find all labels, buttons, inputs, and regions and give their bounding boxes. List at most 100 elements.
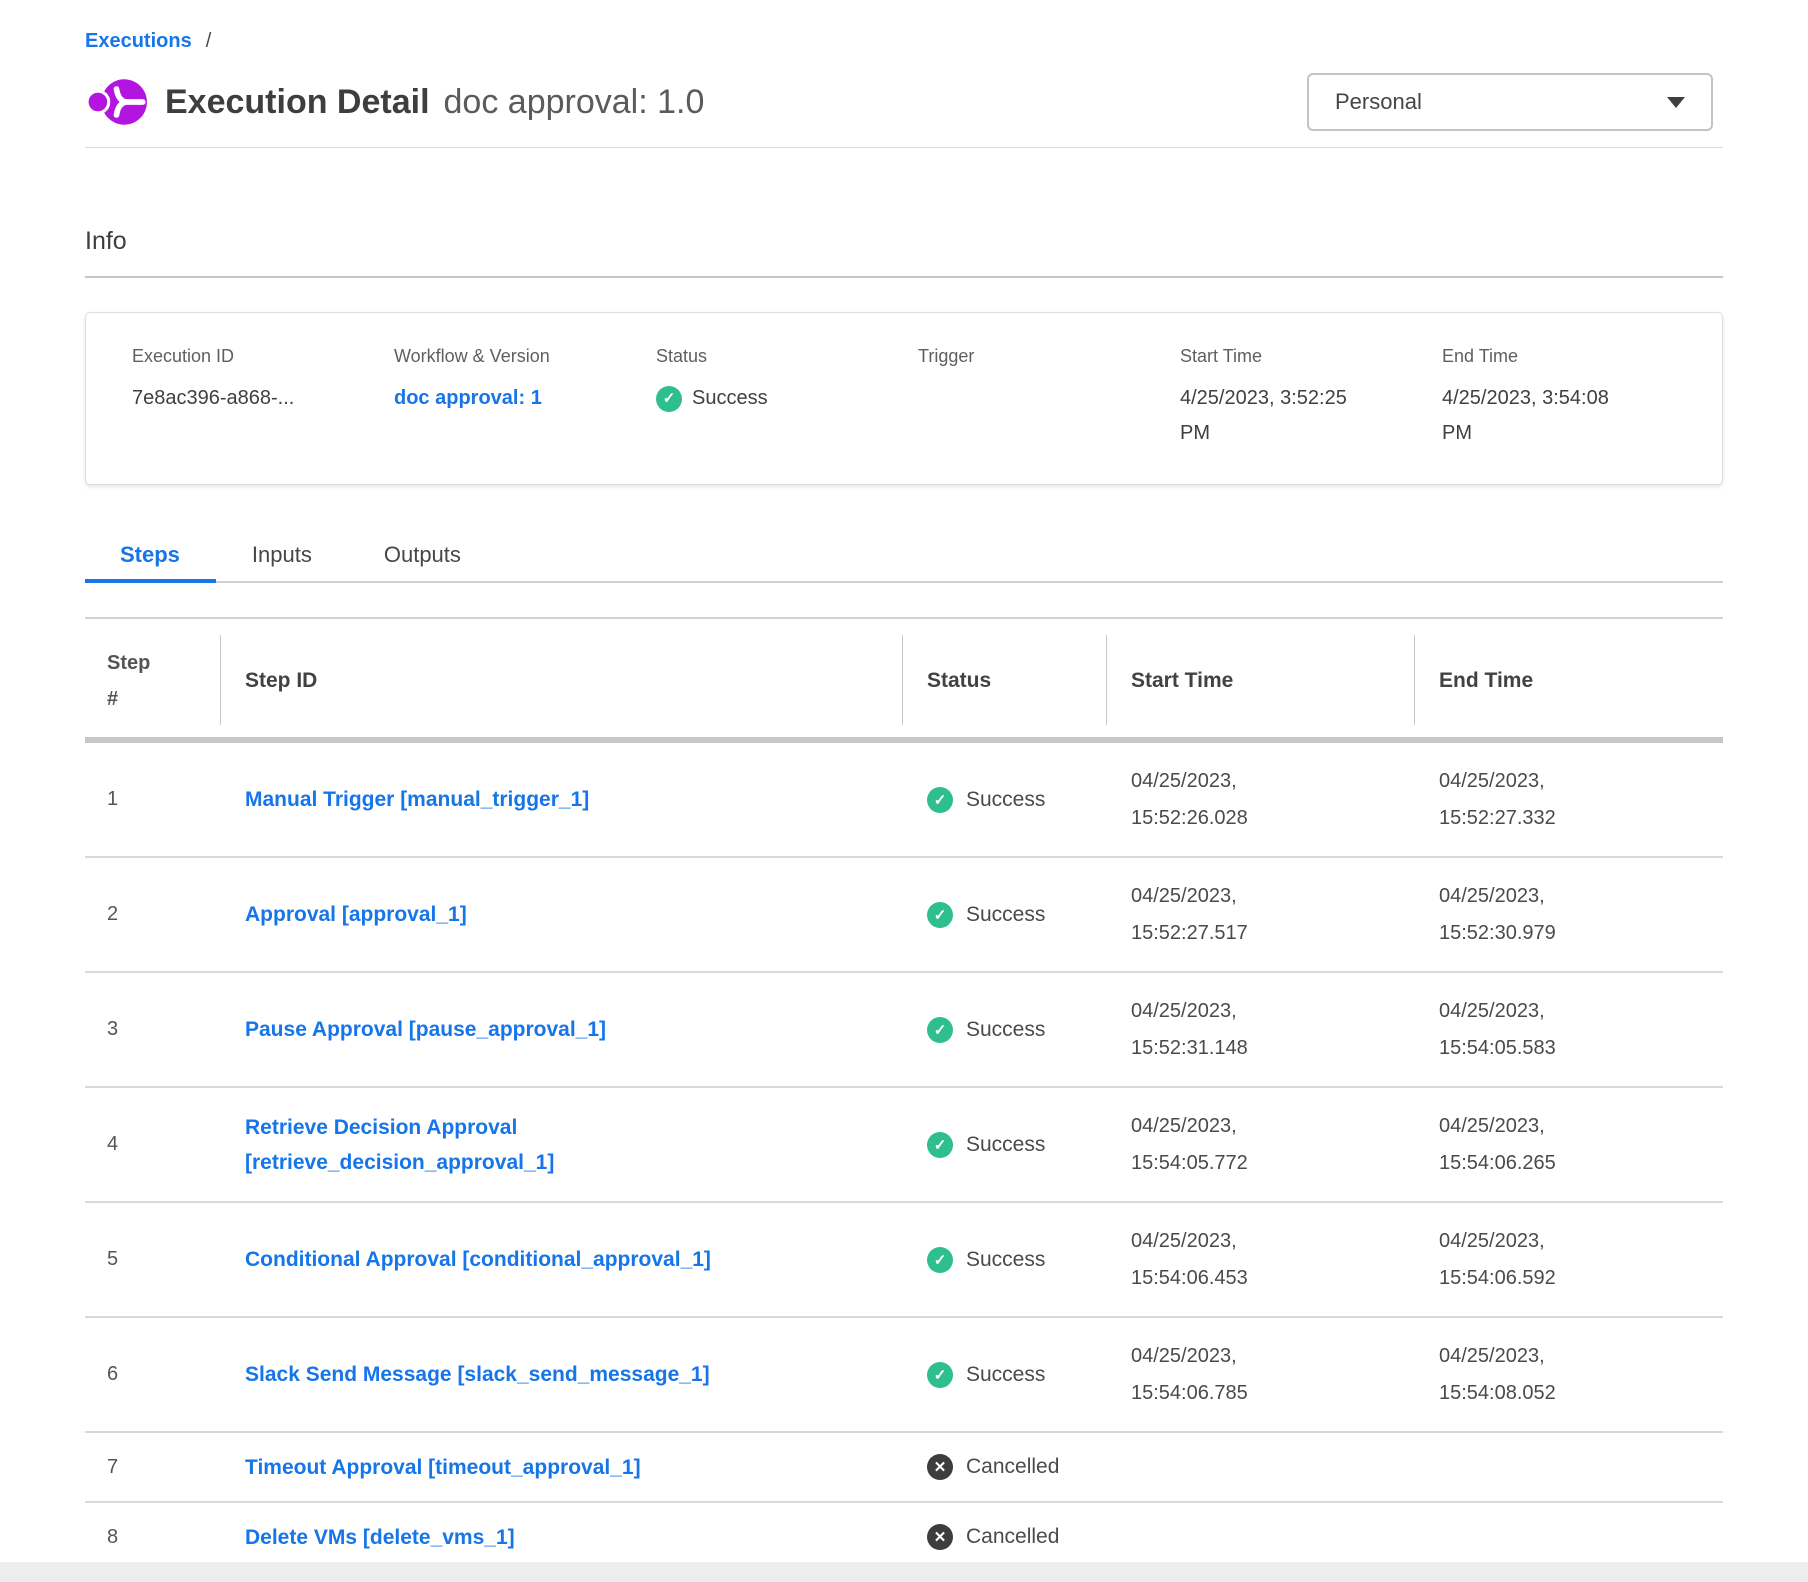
step-end-time: 04/25/2023, 15:52:30.979 bbox=[1415, 878, 1590, 952]
cancelled-icon: ✕ bbox=[927, 1524, 953, 1550]
steps-table-body: 1 Manual Trigger [manual_trigger_1] ✓ Su… bbox=[85, 743, 1723, 1573]
header-divider bbox=[85, 147, 1723, 148]
breadcrumb-separator: / bbox=[206, 30, 212, 53]
step-start-time: 04/25/2023, 15:54:06.785 bbox=[1107, 1338, 1282, 1412]
step-id-link[interactable]: Slack Send Message [slack_send_message_1… bbox=[245, 1357, 710, 1392]
col-header-status: Status bbox=[903, 619, 1107, 737]
col-header-step-num: Step # bbox=[85, 619, 221, 737]
status-label: Status bbox=[656, 346, 918, 367]
detail-tabs: Steps Inputs Outputs bbox=[85, 542, 1723, 583]
step-number: 5 bbox=[85, 1248, 221, 1271]
breadcrumb: Executions / bbox=[85, 0, 1723, 53]
step-status: ✓ Success bbox=[903, 1132, 1107, 1158]
success-icon: ✓ bbox=[656, 386, 682, 412]
step-number: 3 bbox=[85, 1018, 221, 1041]
step-status: ✕ Cancelled bbox=[903, 1524, 1107, 1550]
steps-table-header: Step # Step ID Status Start Time End Tim… bbox=[85, 619, 1723, 743]
workspace-selector[interactable]: Personal bbox=[1307, 73, 1713, 131]
success-icon: ✓ bbox=[927, 1247, 953, 1273]
step-start-time bbox=[1107, 1449, 1282, 1486]
step-start-time bbox=[1107, 1519, 1282, 1556]
info-field-trigger: Trigger bbox=[918, 346, 1180, 451]
info-section-heading: Info bbox=[85, 227, 1723, 256]
step-end-time bbox=[1415, 1449, 1590, 1486]
page-subtitle: doc approval: 1.0 bbox=[444, 83, 705, 122]
workflow-version-link[interactable]: doc approval: 1 bbox=[394, 387, 542, 409]
step-number: 4 bbox=[85, 1133, 221, 1156]
step-end-time: 04/25/2023, 15:54:08.052 bbox=[1415, 1338, 1590, 1412]
tab-outputs[interactable]: Outputs bbox=[348, 542, 497, 581]
end-time-label: End Time bbox=[1442, 346, 1702, 367]
step-end-time: 04/25/2023, 15:52:27.332 bbox=[1415, 763, 1590, 837]
breadcrumb-executions-link[interactable]: Executions bbox=[85, 30, 192, 53]
cancelled-icon: ✕ bbox=[927, 1454, 953, 1480]
start-time-value: 4/25/2023, 3:52:25 PM bbox=[1180, 381, 1365, 451]
info-field-status: Status ✓ Success bbox=[656, 346, 918, 451]
table-row: 4 Retrieve Decision Approval [retrieve_d… bbox=[85, 1088, 1723, 1203]
col-header-start-time: Start Time bbox=[1107, 619, 1415, 737]
step-id-link[interactable]: Manual Trigger [manual_trigger_1] bbox=[245, 782, 589, 817]
step-start-time: 04/25/2023, 15:52:26.028 bbox=[1107, 763, 1282, 837]
table-row: 6 Slack Send Message [slack_send_message… bbox=[85, 1318, 1723, 1433]
workflow-version-label: Workflow & Version bbox=[394, 346, 656, 367]
success-icon: ✓ bbox=[927, 787, 953, 813]
step-status: ✓ Success bbox=[903, 1362, 1107, 1388]
step-id-link[interactable]: Delete VMs [delete_vms_1] bbox=[245, 1520, 515, 1555]
success-icon: ✓ bbox=[927, 902, 953, 928]
page-title: Execution Detail bbox=[165, 83, 430, 122]
table-row: 3 Pause Approval [pause_approval_1] ✓ Su… bbox=[85, 973, 1723, 1088]
step-status: ✓ Success bbox=[903, 1247, 1107, 1273]
step-end-time: 04/25/2023, 15:54:06.592 bbox=[1415, 1223, 1590, 1297]
success-icon: ✓ bbox=[927, 1132, 953, 1158]
workspace-selected-value: Personal bbox=[1335, 89, 1422, 115]
step-end-time bbox=[1415, 1519, 1590, 1556]
info-field-start-time: Start Time 4/25/2023, 3:52:25 PM bbox=[1180, 346, 1442, 451]
step-id-link[interactable]: Conditional Approval [conditional_approv… bbox=[245, 1242, 711, 1277]
status-value: Success bbox=[692, 381, 768, 416]
step-number: 7 bbox=[85, 1456, 221, 1479]
tab-inputs[interactable]: Inputs bbox=[216, 542, 348, 581]
info-field-execution-id: Execution ID 7e8ac396-a868-... bbox=[132, 346, 394, 451]
step-id-link[interactable]: Approval [approval_1] bbox=[245, 897, 467, 932]
workflow-brand-icon bbox=[85, 75, 149, 129]
tab-steps[interactable]: Steps bbox=[85, 542, 216, 581]
step-start-time: 04/25/2023, 15:54:06.453 bbox=[1107, 1223, 1282, 1297]
info-section-divider bbox=[85, 276, 1723, 278]
trigger-label: Trigger bbox=[918, 346, 1180, 367]
step-end-time: 04/25/2023, 15:54:05.583 bbox=[1415, 993, 1590, 1067]
success-icon: ✓ bbox=[927, 1362, 953, 1388]
info-field-end-time: End Time 4/25/2023, 3:54:08 PM bbox=[1442, 346, 1702, 451]
execution-id-value: 7e8ac396-a868-... bbox=[132, 381, 394, 416]
title-row: Execution Detail doc approval: 1.0 Perso… bbox=[85, 73, 1723, 131]
step-number: 8 bbox=[85, 1526, 221, 1549]
step-status: ✓ Success bbox=[903, 787, 1107, 813]
step-id-link[interactable]: Pause Approval [pause_approval_1] bbox=[245, 1012, 606, 1047]
step-status: ✕ Cancelled bbox=[903, 1454, 1107, 1480]
execution-detail-page: Executions / Execution Detail doc approv… bbox=[0, 0, 1808, 1582]
step-number: 6 bbox=[85, 1363, 221, 1386]
col-header-end-time: End Time bbox=[1415, 619, 1723, 737]
info-field-workflow-version: Workflow & Version doc approval: 1 bbox=[394, 346, 656, 451]
step-number: 1 bbox=[85, 788, 221, 811]
table-row: 7 Timeout Approval [timeout_approval_1] … bbox=[85, 1433, 1723, 1503]
step-status: ✓ Success bbox=[903, 1017, 1107, 1043]
end-time-value: 4/25/2023, 3:54:08 PM bbox=[1442, 381, 1627, 451]
success-icon: ✓ bbox=[927, 1017, 953, 1043]
step-id-link[interactable]: Retrieve Decision Approval [retrieve_dec… bbox=[245, 1110, 575, 1180]
info-card: Execution ID 7e8ac396-a868-... Workflow … bbox=[85, 312, 1723, 485]
start-time-label: Start Time bbox=[1180, 346, 1442, 367]
step-status: ✓ Success bbox=[903, 902, 1107, 928]
table-row: 2 Approval [approval_1] ✓ Success 04/25/… bbox=[85, 858, 1723, 973]
step-start-time: 04/25/2023, 15:52:27.517 bbox=[1107, 878, 1282, 952]
chevron-down-icon bbox=[1667, 97, 1685, 108]
steps-table: Step # Step ID Status Start Time End Tim… bbox=[85, 617, 1723, 1573]
step-number: 2 bbox=[85, 903, 221, 926]
table-row: 1 Manual Trigger [manual_trigger_1] ✓ Su… bbox=[85, 743, 1723, 858]
step-end-time: 04/25/2023, 15:54:06.265 bbox=[1415, 1108, 1590, 1182]
step-start-time: 04/25/2023, 15:52:31.148 bbox=[1107, 993, 1282, 1067]
page-bottom-strip bbox=[0, 1562, 1808, 1582]
table-row: 5 Conditional Approval [conditional_appr… bbox=[85, 1203, 1723, 1318]
step-id-link[interactable]: Timeout Approval [timeout_approval_1] bbox=[245, 1450, 641, 1485]
col-header-step-id: Step ID bbox=[221, 619, 903, 737]
step-start-time: 04/25/2023, 15:54:05.772 bbox=[1107, 1108, 1282, 1182]
